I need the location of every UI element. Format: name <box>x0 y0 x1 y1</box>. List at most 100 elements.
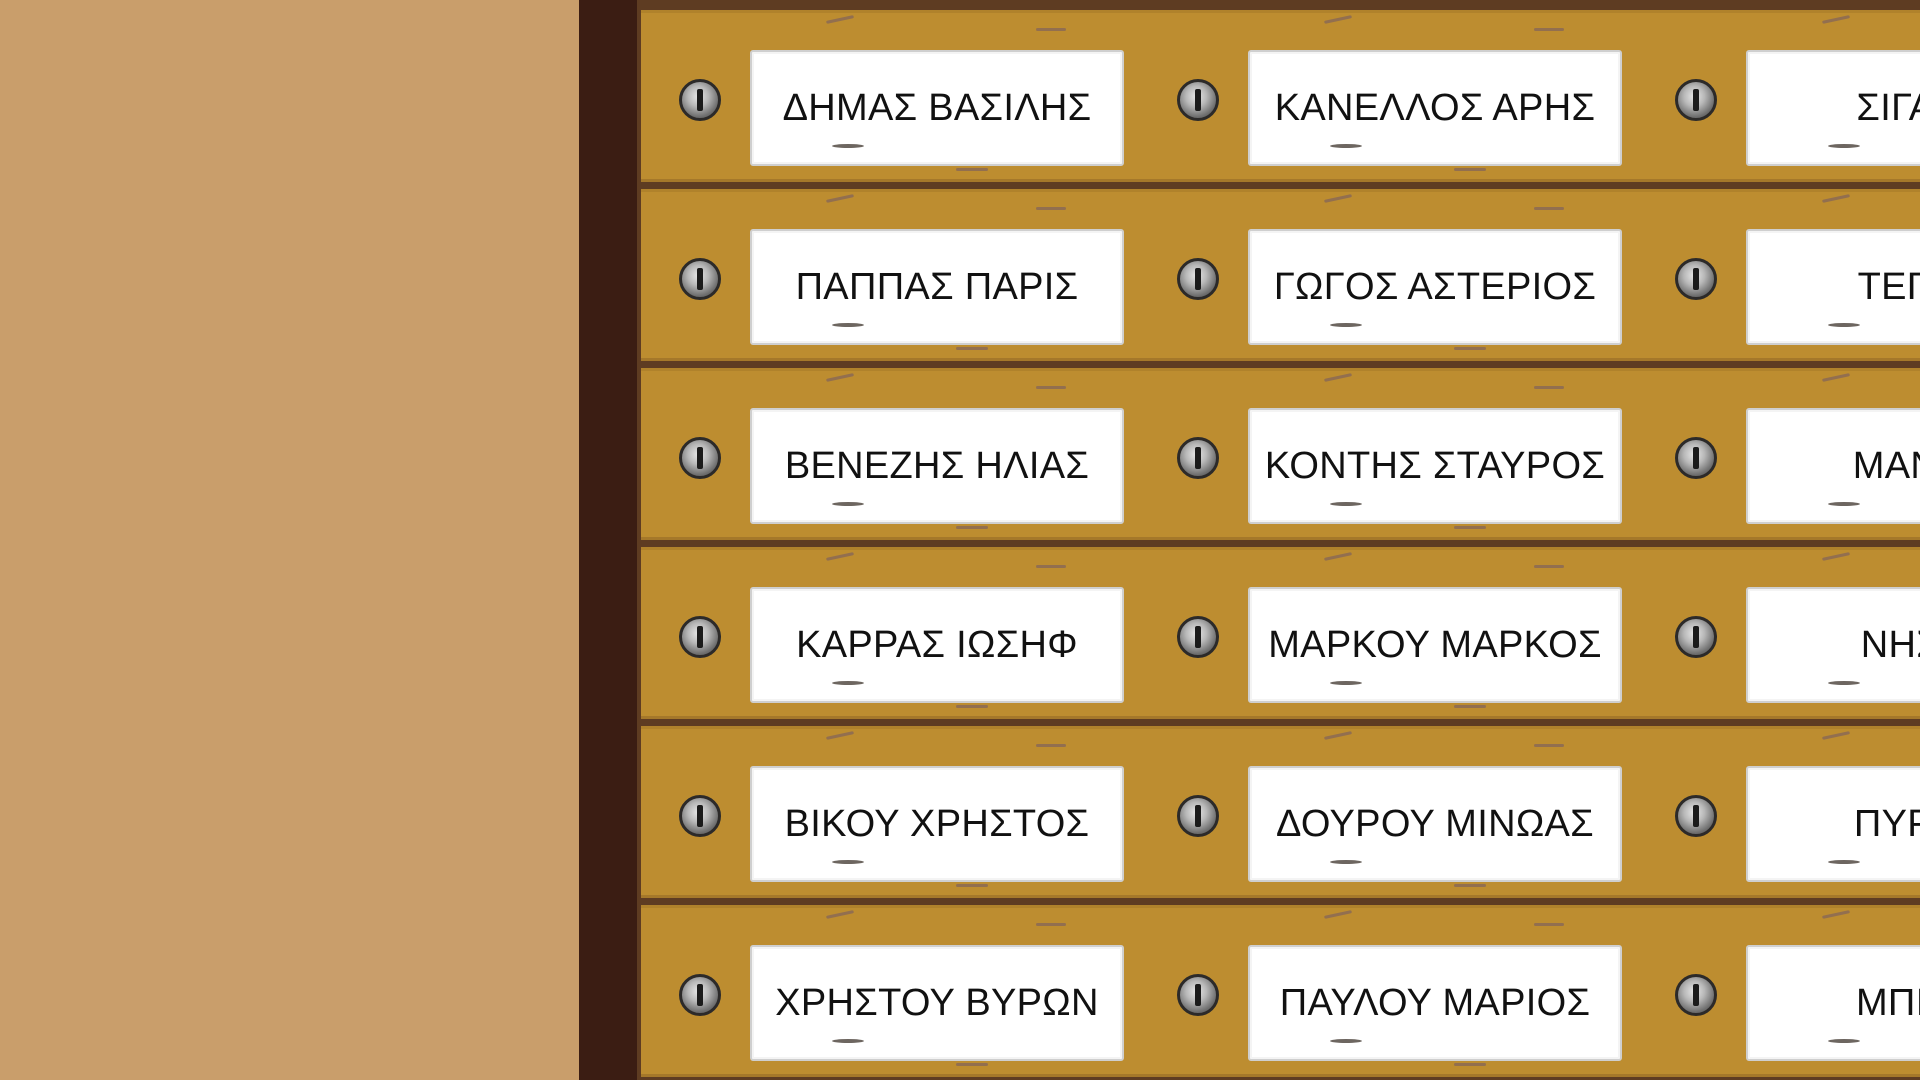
screw-knob-icon[interactable] <box>679 437 721 479</box>
drawer-label-text: ΔΗΜΑΣ ΒΑΣΙΛΗΣ <box>782 86 1092 129</box>
wood-scratch <box>1036 28 1066 31</box>
wood-scratch <box>1534 923 1564 926</box>
label-mark <box>832 144 864 148</box>
drawer-5-2[interactable]: ΔΟΥΡΟΥ ΜΙΝΩΑΣ <box>1139 726 1645 898</box>
drawer-label-card: ΒΙΚΟΥ ΧΡΗΣΤΟΣ <box>750 766 1124 882</box>
drawer-label-card: ΠΥΡΡΟΣ <box>1746 766 1920 882</box>
screw-knob-icon[interactable] <box>1177 795 1219 837</box>
screw-knob-icon[interactable] <box>1177 616 1219 658</box>
label-mark <box>1330 323 1362 327</box>
screw-knob-icon[interactable] <box>1675 258 1717 300</box>
screw-knob-icon[interactable] <box>1675 795 1717 837</box>
drawer-2-2[interactable]: ΓΩΓΟΣ ΑΣΤΕΡΙΟΣ <box>1139 189 1645 361</box>
wood-scratch <box>1454 347 1486 350</box>
wood-scratch <box>1821 910 1851 919</box>
label-mark <box>832 1039 864 1043</box>
drawer-label-card: ΣΙΓΑΛΑΣ <box>1746 50 1920 166</box>
label-mark <box>1330 144 1362 148</box>
wood-scratch <box>1454 705 1486 708</box>
wood-scratch <box>1821 15 1851 24</box>
wood-scratch <box>1821 373 1851 382</box>
drawer-label-card: ΚΑΡΡΑΣ ΙΩΣΗΦ <box>750 587 1124 703</box>
screw-knob-icon[interactable] <box>1177 79 1219 121</box>
screw-knob-icon[interactable] <box>1177 974 1219 1016</box>
drawer-label-text: ΓΩΓΟΣ ΑΣΤΕΡΙΟΣ <box>1273 265 1597 308</box>
drawer-6-3[interactable]: ΜΠΙΣΜΠ <box>1637 905 1920 1077</box>
drawer-5-3[interactable]: ΠΥΡΡΟΣ <box>1637 726 1920 898</box>
wood-scratch <box>1036 923 1066 926</box>
drawer-3-3[interactable]: ΜΑΝΤΗΣ <box>1637 368 1920 540</box>
drawer-4-3[interactable]: ΝΗΣΙΟΥ <box>1637 547 1920 719</box>
drawer-label-card: ΝΗΣΙΟΥ <box>1746 587 1920 703</box>
drawer-label-card: ΓΩΓΟΣ ΑΣΤΕΡΙΟΣ <box>1248 229 1622 345</box>
drawer-4-2[interactable]: ΜΑΡΚΟΥ ΜΑΡΚΟΣ <box>1139 547 1645 719</box>
wood-scratch <box>1036 207 1066 210</box>
drawer-2-1[interactable]: ΠΑΠΠΑΣ ΠΑΡΙΣ <box>641 189 1147 361</box>
drawer-label-card: ΠΑΥΛΟΥ ΜΑΡΙΟΣ <box>1248 945 1622 1061</box>
label-mark <box>1828 860 1860 864</box>
cabinet-side-panel <box>579 0 637 1080</box>
label-mark <box>1330 1039 1362 1043</box>
screw-knob-icon[interactable] <box>679 974 721 1016</box>
wood-scratch <box>1821 731 1851 740</box>
wood-scratch <box>956 168 988 171</box>
drawer-label-text: ΚΑΡΡΑΣ ΙΩΣΗΦ <box>796 623 1078 666</box>
wood-scratch <box>825 194 855 203</box>
label-mark <box>1330 681 1362 685</box>
wood-scratch <box>1454 884 1486 887</box>
wood-scratch <box>1534 207 1564 210</box>
wood-scratch <box>1821 194 1851 203</box>
wood-scratch <box>1036 565 1066 568</box>
drawer-label-text: ΜΑΡΚΟΥ ΜΑΡΚΟΣ <box>1268 623 1602 666</box>
wood-scratch <box>825 910 855 919</box>
wood-scratch <box>1534 565 1564 568</box>
screw-knob-icon[interactable] <box>1675 437 1717 479</box>
drawer-label-card: ΠΑΠΠΑΣ ΠΑΡΙΣ <box>750 229 1124 345</box>
label-mark <box>832 681 864 685</box>
drawer-1-1[interactable]: ΔΗΜΑΣ ΒΑΣΙΛΗΣ <box>641 10 1147 182</box>
drawer-2-3[interactable]: ΤΕΓΑΣ Α <box>1637 189 1920 361</box>
drawer-label-text: ΚΑΝΕΛΛΟΣ ΑΡΗΣ <box>1274 86 1596 129</box>
drawer-1-2[interactable]: ΚΑΝΕΛΛΟΣ ΑΡΗΣ <box>1139 10 1645 182</box>
drawer-label-card: ΧΡΗΣΤΟΥ ΒΥΡΩΝ <box>750 945 1124 1061</box>
drawer-5-1[interactable]: ΒΙΚΟΥ ΧΡΗΣΤΟΣ <box>641 726 1147 898</box>
screw-knob-icon[interactable] <box>1675 616 1717 658</box>
drawer-4-1[interactable]: ΚΑΡΡΑΣ ΙΩΣΗΦ <box>641 547 1147 719</box>
wood-scratch <box>1534 386 1564 389</box>
screw-knob-icon[interactable] <box>1675 79 1717 121</box>
wood-scratch <box>1534 28 1564 31</box>
label-mark <box>1828 1039 1860 1043</box>
drawer-6-2[interactable]: ΠΑΥΛΟΥ ΜΑΡΙΟΣ <box>1139 905 1645 1077</box>
screw-knob-icon[interactable] <box>1675 974 1717 1016</box>
wood-scratch <box>1454 1063 1486 1066</box>
drawer-label-card: ΜΠΙΣΜΠ <box>1746 945 1920 1061</box>
wood-scratch <box>825 373 855 382</box>
label-mark <box>1828 502 1860 506</box>
screw-knob-icon[interactable] <box>1177 437 1219 479</box>
drawer-1-3[interactable]: ΣΙΓΑΛΑΣ <box>1637 10 1920 182</box>
drawer-3-2[interactable]: ΚΟΝΤΗΣ ΣΤΑΥΡΟΣ <box>1139 368 1645 540</box>
wood-scratch <box>1036 744 1066 747</box>
wood-scratch <box>1323 15 1353 24</box>
screw-knob-icon[interactable] <box>679 795 721 837</box>
screw-knob-icon[interactable] <box>679 616 721 658</box>
drawer-label-text: ΔΟΥΡΟΥ ΜΙΝΩΑΣ <box>1276 802 1594 845</box>
wood-scratch <box>956 347 988 350</box>
drawer-3-1[interactable]: ΒΕΝΕΖΗΣ ΗΛΙΑΣ <box>641 368 1147 540</box>
drawer-label-card: ΒΕΝΕΖΗΣ ΗΛΙΑΣ <box>750 408 1124 524</box>
label-mark <box>832 502 864 506</box>
drawer-label-card: ΜΑΡΚΟΥ ΜΑΡΚΟΣ <box>1248 587 1622 703</box>
wood-scratch <box>956 884 988 887</box>
wood-scratch <box>1323 194 1353 203</box>
wood-scratch <box>825 15 855 24</box>
screw-knob-icon[interactable] <box>1177 258 1219 300</box>
wood-scratch <box>1821 552 1851 561</box>
screw-knob-icon[interactable] <box>679 258 721 300</box>
drawer-label-text: ΠΑΠΠΑΣ ΠΑΡΙΣ <box>795 265 1079 308</box>
drawer-label-text: ΠΑΥΛΟΥ ΜΑΡΙΟΣ <box>1279 981 1591 1024</box>
drawer-label-card: ΚΟΝΤΗΣ ΣΤΑΥΡΟΣ <box>1248 408 1622 524</box>
filing-cabinet: ΔΗΜΑΣ ΒΑΣΙΛΗΣ ΚΑΝΕΛΛΟΣ ΑΡΗΣ ΣΙΓΑΛΑΣ ΠΑΠΠΑΣ … <box>637 0 1920 1080</box>
wood-scratch <box>825 731 855 740</box>
screw-knob-icon[interactable] <box>679 79 721 121</box>
drawer-6-1[interactable]: ΧΡΗΣΤΟΥ ΒΥΡΩΝ <box>641 905 1147 1077</box>
